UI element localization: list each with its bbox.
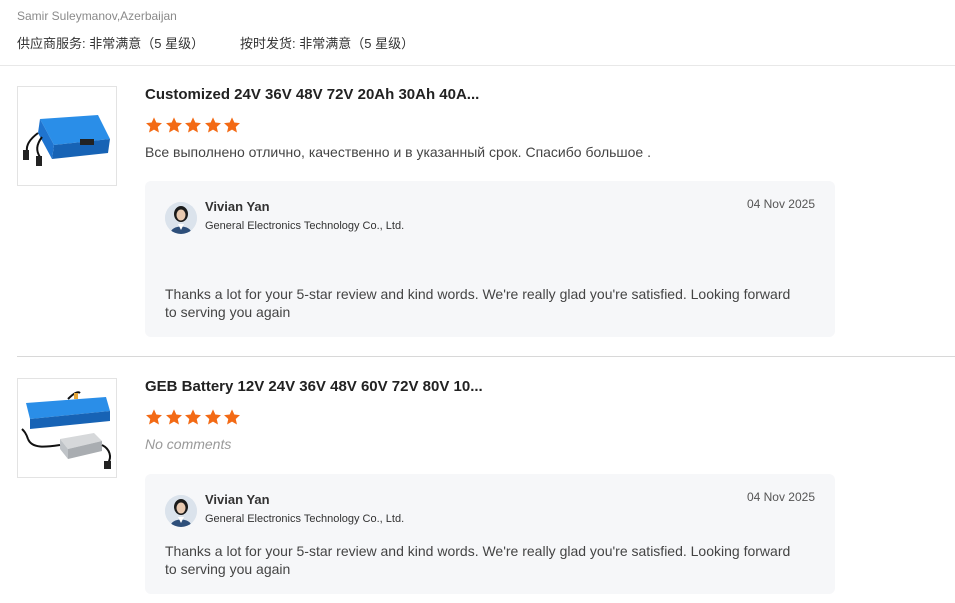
product-title[interactable]: GEB Battery 12V 24V 36V 48V 60V 72V 80V … [145, 378, 483, 395]
reply-date: 04 Nov 2025 [746, 490, 815, 504]
reply-company: General Electronics Technology Co., Ltd. [205, 513, 405, 525]
divider [0, 65, 955, 66]
star-icon [204, 409, 221, 425]
review-comment: Все выполнено отлично, качественно и в у… [145, 144, 651, 160]
reviewer-name: Samir Suleymanov,Azerbaijan [17, 9, 177, 23]
reply-date: 04 Nov 2025 [746, 197, 815, 211]
reply-author-name: Vivian Yan [205, 492, 270, 507]
star-rating [145, 408, 243, 426]
battery-pack-image [18, 87, 116, 185]
product-thumbnail[interactable] [17, 378, 117, 478]
reply-author-name: Vivian Yan [205, 199, 270, 214]
star-icon [185, 117, 201, 133]
seller-reply: Vivian Yan General Electronics Technolog… [145, 181, 835, 337]
review-item: GEB Battery 12V 24V 36V 48V 60V 72V 80V … [0, 378, 955, 596]
review-item: Customized 24V 36V 48V 72V 20Ah 30Ah 40A… [0, 86, 955, 338]
seller-reply: Vivian Yan General Electronics Technolog… [145, 474, 835, 594]
seller-ratings: 供应商服务: 非常满意（5 星级） 按时发货: 非常满意（5 星级） [17, 33, 414, 52]
reply-company: General Electronics Technology Co., Ltd. [205, 220, 405, 232]
star-icon [185, 409, 201, 425]
supplier-service-rating: 供应商服务: 非常满意（5 星级） [17, 36, 205, 51]
review-comment: No comments [145, 436, 232, 452]
star-icon [146, 409, 162, 425]
avatar [165, 202, 197, 234]
avatar-image [165, 495, 197, 527]
product-title[interactable]: Customized 24V 36V 48V 72V 20Ah 30Ah 40A… [145, 86, 479, 103]
reply-text: Thanks a lot for your 5-star review and … [165, 543, 791, 577]
star-icon [165, 409, 182, 425]
star-icon [204, 117, 221, 133]
battery-charger-image [18, 379, 116, 477]
star-icon [165, 117, 182, 133]
star-icon [146, 117, 162, 133]
star-rating [145, 116, 243, 134]
product-thumbnail[interactable] [17, 86, 117, 186]
star-icon [224, 117, 240, 133]
divider [17, 356, 955, 357]
reply-text: Thanks a lot for your 5-star review and … [165, 286, 791, 320]
on-time-shipping-rating: 按时发货: 非常满意（5 星级） [240, 36, 415, 51]
star-icon [224, 409, 240, 425]
avatar-image [165, 202, 197, 234]
avatar [165, 495, 197, 527]
